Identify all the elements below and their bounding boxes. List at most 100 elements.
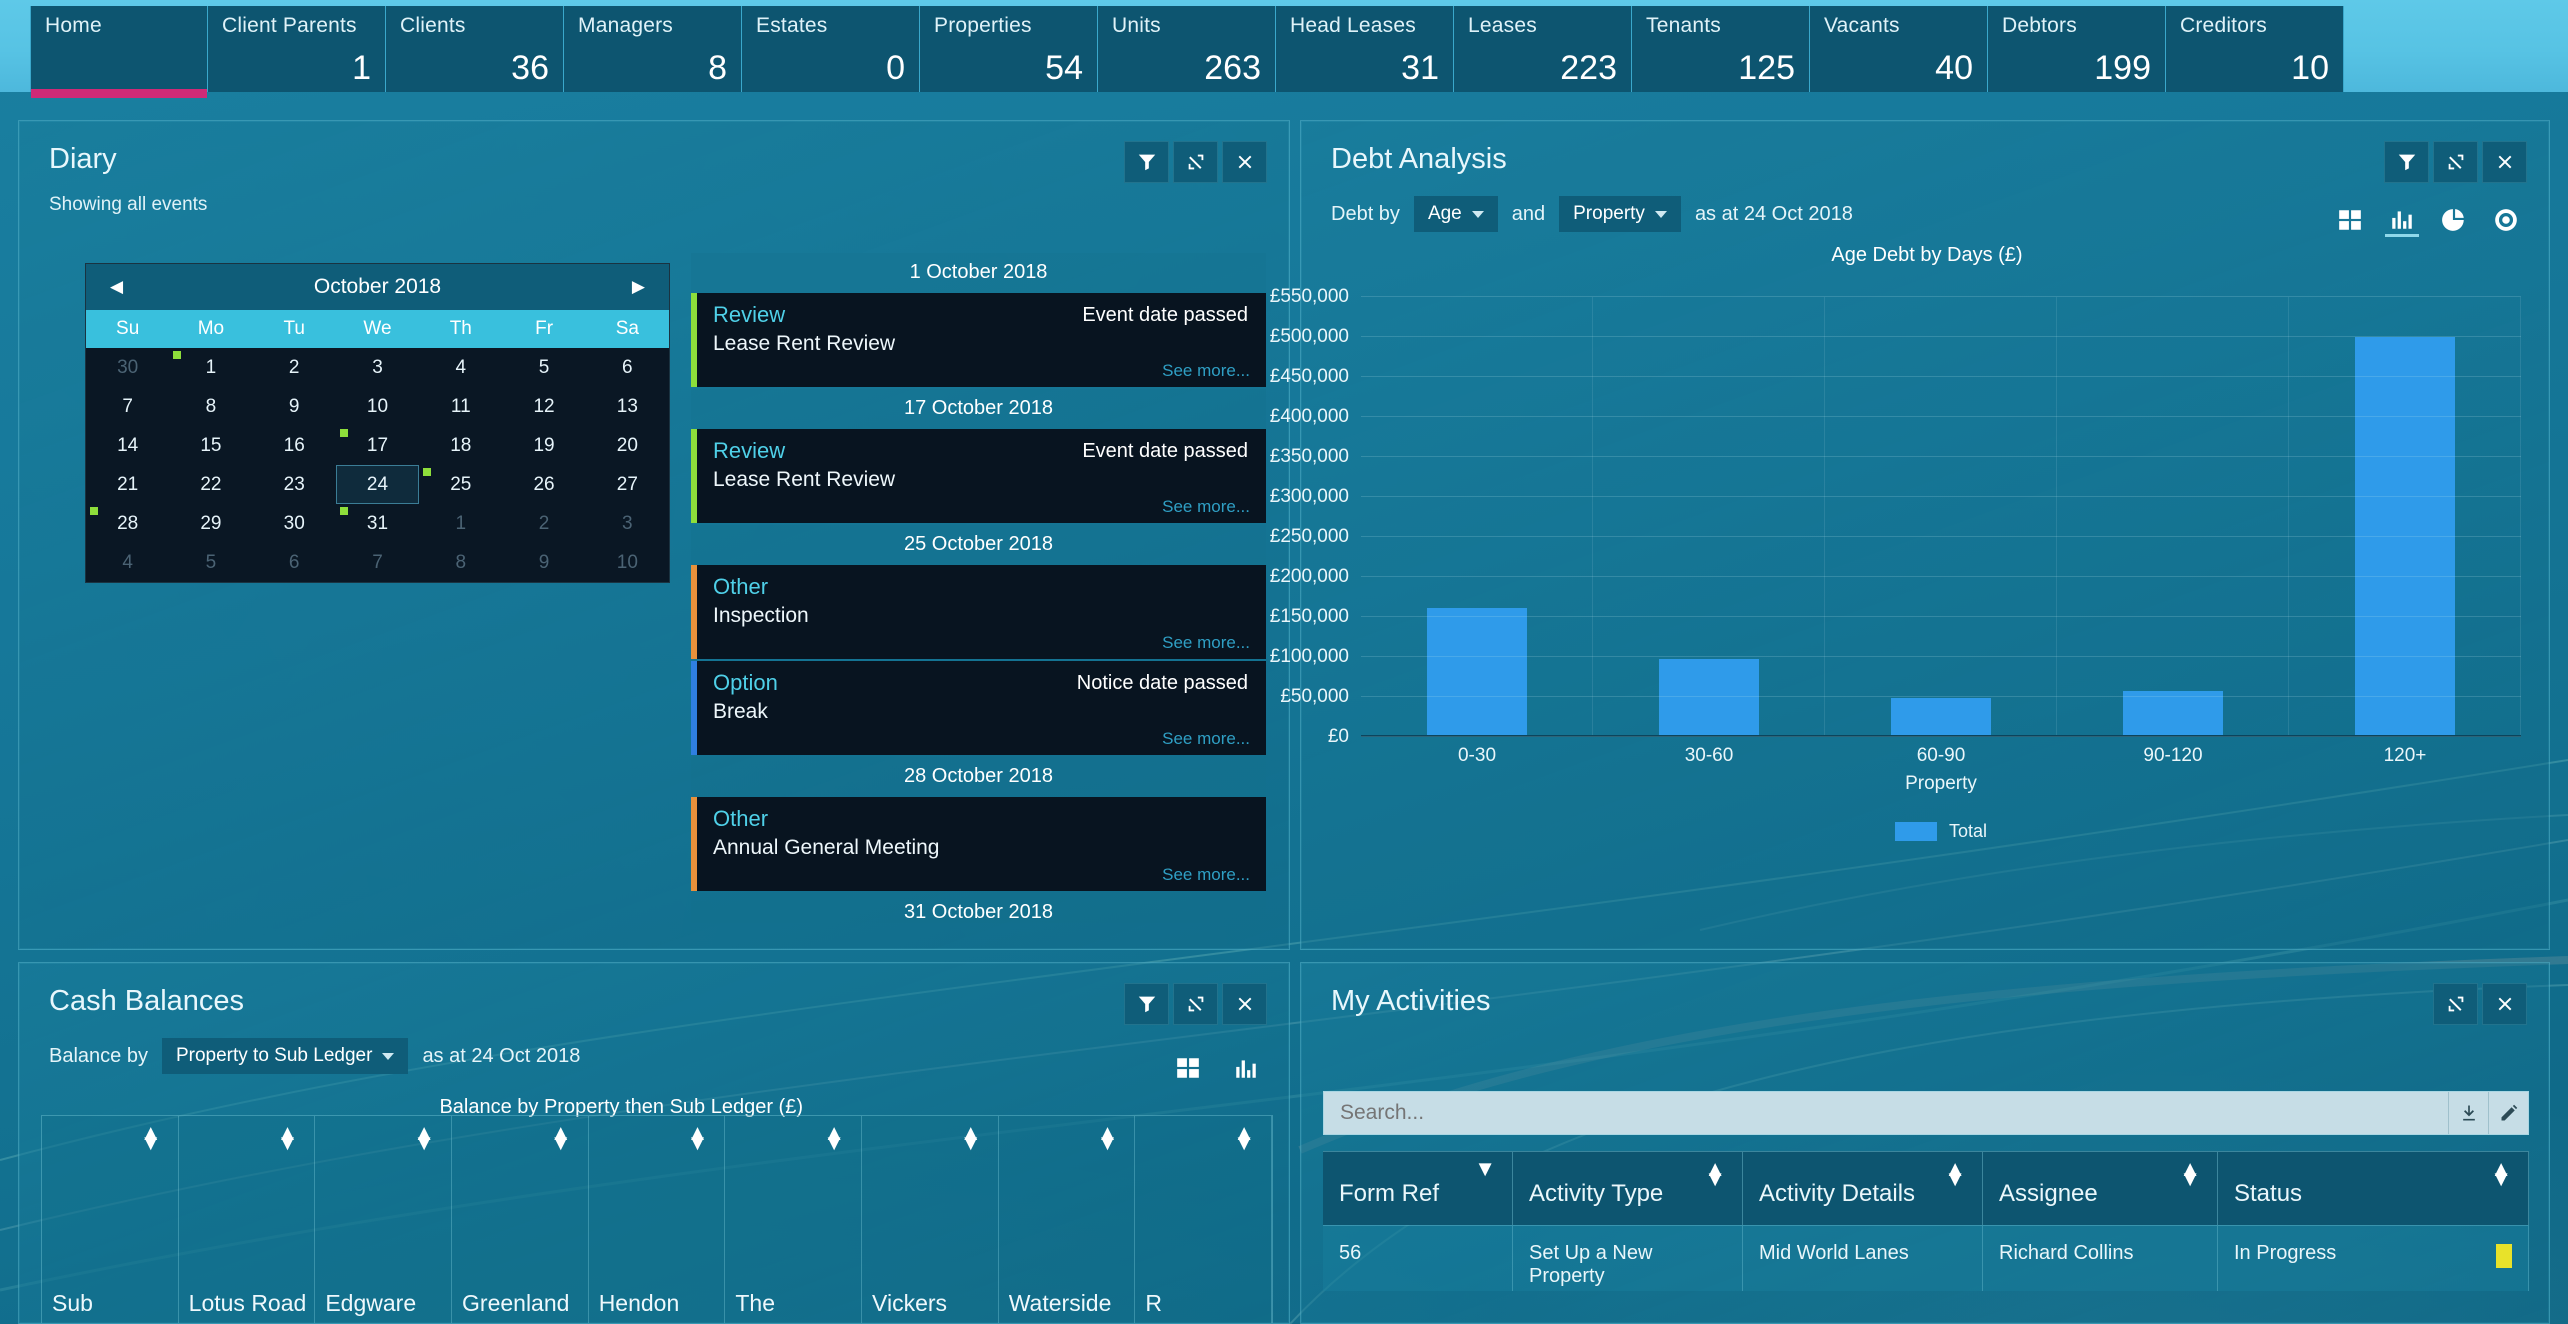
kpi-tile-creditors[interactable]: Creditors 10 xyxy=(2166,6,2344,92)
calendar-day-cell[interactable]: 20 xyxy=(586,426,669,465)
expand-icon[interactable] xyxy=(2433,983,2478,1025)
filter-icon[interactable] xyxy=(1124,983,1169,1025)
cash-column-edgware[interactable]: ▲ ▼ Edgware xyxy=(315,1116,453,1323)
sort-updown-icon[interactable]: ▲ ▼ xyxy=(2179,1158,2201,1190)
calendar-day-cell[interactable]: 18 xyxy=(419,426,502,465)
bar-chart-icon[interactable] xyxy=(2385,203,2419,237)
sort-updown-icon[interactable]: ▲ ▼ xyxy=(413,1122,435,1154)
sort-updown-icon[interactable]: ▲ ▼ xyxy=(687,1122,709,1154)
kpi-tile-client-parents[interactable]: Client Parents 1 xyxy=(208,6,386,92)
sort-updown-icon[interactable]: ▲ ▼ xyxy=(140,1122,162,1154)
calendar-day-cell[interactable]: 5 xyxy=(169,543,252,582)
bar-0-30[interactable] xyxy=(1427,607,1527,735)
calendar-day-cell[interactable]: 15 xyxy=(169,426,252,465)
kpi-tile-head-leases[interactable]: Head Leases 31 xyxy=(1276,6,1454,92)
donut-chart-icon[interactable] xyxy=(2489,203,2523,237)
see-more-link[interactable]: See more... xyxy=(713,729,1250,749)
kpi-tile-vacants[interactable]: Vacants 40 xyxy=(1810,6,1988,92)
calendar-day-cell[interactable]: 30 xyxy=(86,348,169,387)
calendar-day-cell[interactable]: 1 xyxy=(419,504,502,543)
see-more-link[interactable]: See more... xyxy=(713,361,1250,381)
edit-icon[interactable] xyxy=(2488,1092,2528,1134)
bar-90-120[interactable] xyxy=(2123,691,2223,735)
activities-column-header-status[interactable]: Status ▲ ▼ xyxy=(2218,1151,2529,1225)
chevron-right-icon[interactable]: ▶ xyxy=(632,277,645,297)
calendar-day-cell[interactable]: 9 xyxy=(502,543,585,582)
calendar-day-cell[interactable]: 4 xyxy=(86,543,169,582)
table-row[interactable]: 56 Set Up a New Property Mid World Lanes Ri… xyxy=(1323,1225,2529,1291)
search-input[interactable] xyxy=(1324,1092,2448,1134)
filter-icon[interactable] xyxy=(2384,141,2429,183)
filter-icon[interactable] xyxy=(1124,141,1169,183)
sort-updown-icon[interactable]: ▲ ▼ xyxy=(1097,1122,1119,1154)
kpi-tile-leases[interactable]: Leases 223 xyxy=(1454,6,1632,92)
sort-updown-icon[interactable]: ▲ ▼ xyxy=(550,1122,572,1154)
calendar-day-cell[interactable]: 6 xyxy=(253,543,336,582)
expand-icon[interactable] xyxy=(1173,983,1218,1025)
calendar-day-cell[interactable]: 2 xyxy=(253,348,336,387)
calendar-day-cell[interactable]: 7 xyxy=(86,387,169,426)
cash-column-hendon[interactable]: ▲ ▼ Hendon xyxy=(589,1116,726,1323)
activities-column-header-assignee[interactable]: Assignee ▲ ▼ xyxy=(1983,1151,2218,1225)
kpi-tile-units[interactable]: Units 263 xyxy=(1098,6,1276,92)
calendar-day-cell[interactable]: 17 xyxy=(336,426,419,465)
calendar-day-cell[interactable]: 31 xyxy=(336,504,419,543)
calendar-day-cell[interactable]: 10 xyxy=(586,543,669,582)
download-icon[interactable] xyxy=(2448,1092,2488,1134)
activities-column-header-activity-details[interactable]: Activity Details ▲ ▼ xyxy=(1743,1151,1983,1225)
calendar-day-cell[interactable]: 8 xyxy=(169,387,252,426)
cash-column-greenland[interactable]: ▲ ▼ Greenland xyxy=(452,1116,589,1323)
kpi-tile-clients[interactable]: Clients 36 xyxy=(386,6,564,92)
caret-down-icon[interactable]: ▼ xyxy=(1474,1158,1496,1180)
calendar-day-cell[interactable]: 29 xyxy=(169,504,252,543)
calendar-day-cell[interactable]: 14 xyxy=(86,426,169,465)
event-card[interactable]: Other Inspection See more... xyxy=(691,565,1266,659)
kpi-tile-home[interactable]: Home xyxy=(30,6,208,98)
calendar-day-cell[interactable]: 23 xyxy=(253,465,336,504)
grid-view-icon[interactable] xyxy=(2333,203,2367,237)
cash-column-sub[interactable]: ▲ ▼ Sub xyxy=(42,1116,179,1323)
calendar-day-cell[interactable]: 2 xyxy=(502,504,585,543)
calendar-day-cell[interactable]: 3 xyxy=(586,504,669,543)
calendar-day-cell[interactable]: 19 xyxy=(502,426,585,465)
bar-chart-icon[interactable] xyxy=(1229,1051,1263,1085)
chevron-left-icon[interactable]: ◀ xyxy=(110,277,123,297)
calendar-day-cell[interactable]: 28 xyxy=(86,504,169,543)
calendar-day-cell[interactable]: 13 xyxy=(586,387,669,426)
debt-dimension1-dropdown[interactable]: Age xyxy=(1413,196,1498,232)
event-card[interactable]: Option Notice date passed Break See more... xyxy=(691,661,1266,755)
close-icon[interactable] xyxy=(1222,141,1267,183)
calendar-day-cell[interactable]: 24 xyxy=(335,465,420,504)
sort-updown-icon[interactable]: ▲ ▼ xyxy=(1944,1158,1966,1190)
calendar-day-cell[interactable]: 3 xyxy=(336,348,419,387)
cash-column-r[interactable]: ▲ ▼ R xyxy=(1135,1116,1273,1323)
calendar-day-cell[interactable]: 27 xyxy=(586,465,669,504)
event-card[interactable]: Other Annual General Meeting See more... xyxy=(691,797,1266,891)
event-card[interactable]: Review Event date passed Lease Rent Review… xyxy=(691,429,1266,523)
calendar-day-cell[interactable]: 6 xyxy=(586,348,669,387)
close-icon[interactable] xyxy=(1222,983,1267,1025)
sort-updown-icon[interactable]: ▲ ▼ xyxy=(1704,1158,1726,1190)
cash-column-waterside[interactable]: ▲ ▼ Waterside xyxy=(999,1116,1136,1323)
calendar-day-cell[interactable]: 26 xyxy=(502,465,585,504)
debt-dimension2-dropdown[interactable]: Property xyxy=(1559,196,1681,232)
sort-updown-icon[interactable]: ▲ ▼ xyxy=(277,1122,299,1154)
calendar-day-cell[interactable]: 25 xyxy=(419,465,502,504)
pie-chart-icon[interactable] xyxy=(2437,203,2471,237)
calendar-day-cell[interactable]: 8 xyxy=(419,543,502,582)
sort-updown-icon[interactable]: ▲ ▼ xyxy=(2490,1158,2512,1190)
expand-icon[interactable] xyxy=(2433,141,2478,183)
calendar-day-cell[interactable]: 22 xyxy=(169,465,252,504)
see-more-link[interactable]: See more... xyxy=(713,865,1250,885)
grid-view-icon[interactable] xyxy=(1171,1051,1205,1085)
kpi-tile-managers[interactable]: Managers 8 xyxy=(564,6,742,92)
calendar-day-cell[interactable]: 21 xyxy=(86,465,169,504)
cash-column-vickers[interactable]: ▲ ▼ Vickers xyxy=(862,1116,999,1323)
kpi-tile-properties[interactable]: Properties 54 xyxy=(920,6,1098,92)
event-card[interactable]: Review Event date passed Lease Rent Review… xyxy=(691,293,1266,387)
see-more-link[interactable]: See more... xyxy=(713,497,1250,517)
close-icon[interactable] xyxy=(2482,983,2527,1025)
cash-dimension-dropdown[interactable]: Property to Sub Ledger xyxy=(161,1038,409,1074)
expand-icon[interactable] xyxy=(1173,141,1218,183)
calendar-day-cell[interactable]: 12 xyxy=(502,387,585,426)
